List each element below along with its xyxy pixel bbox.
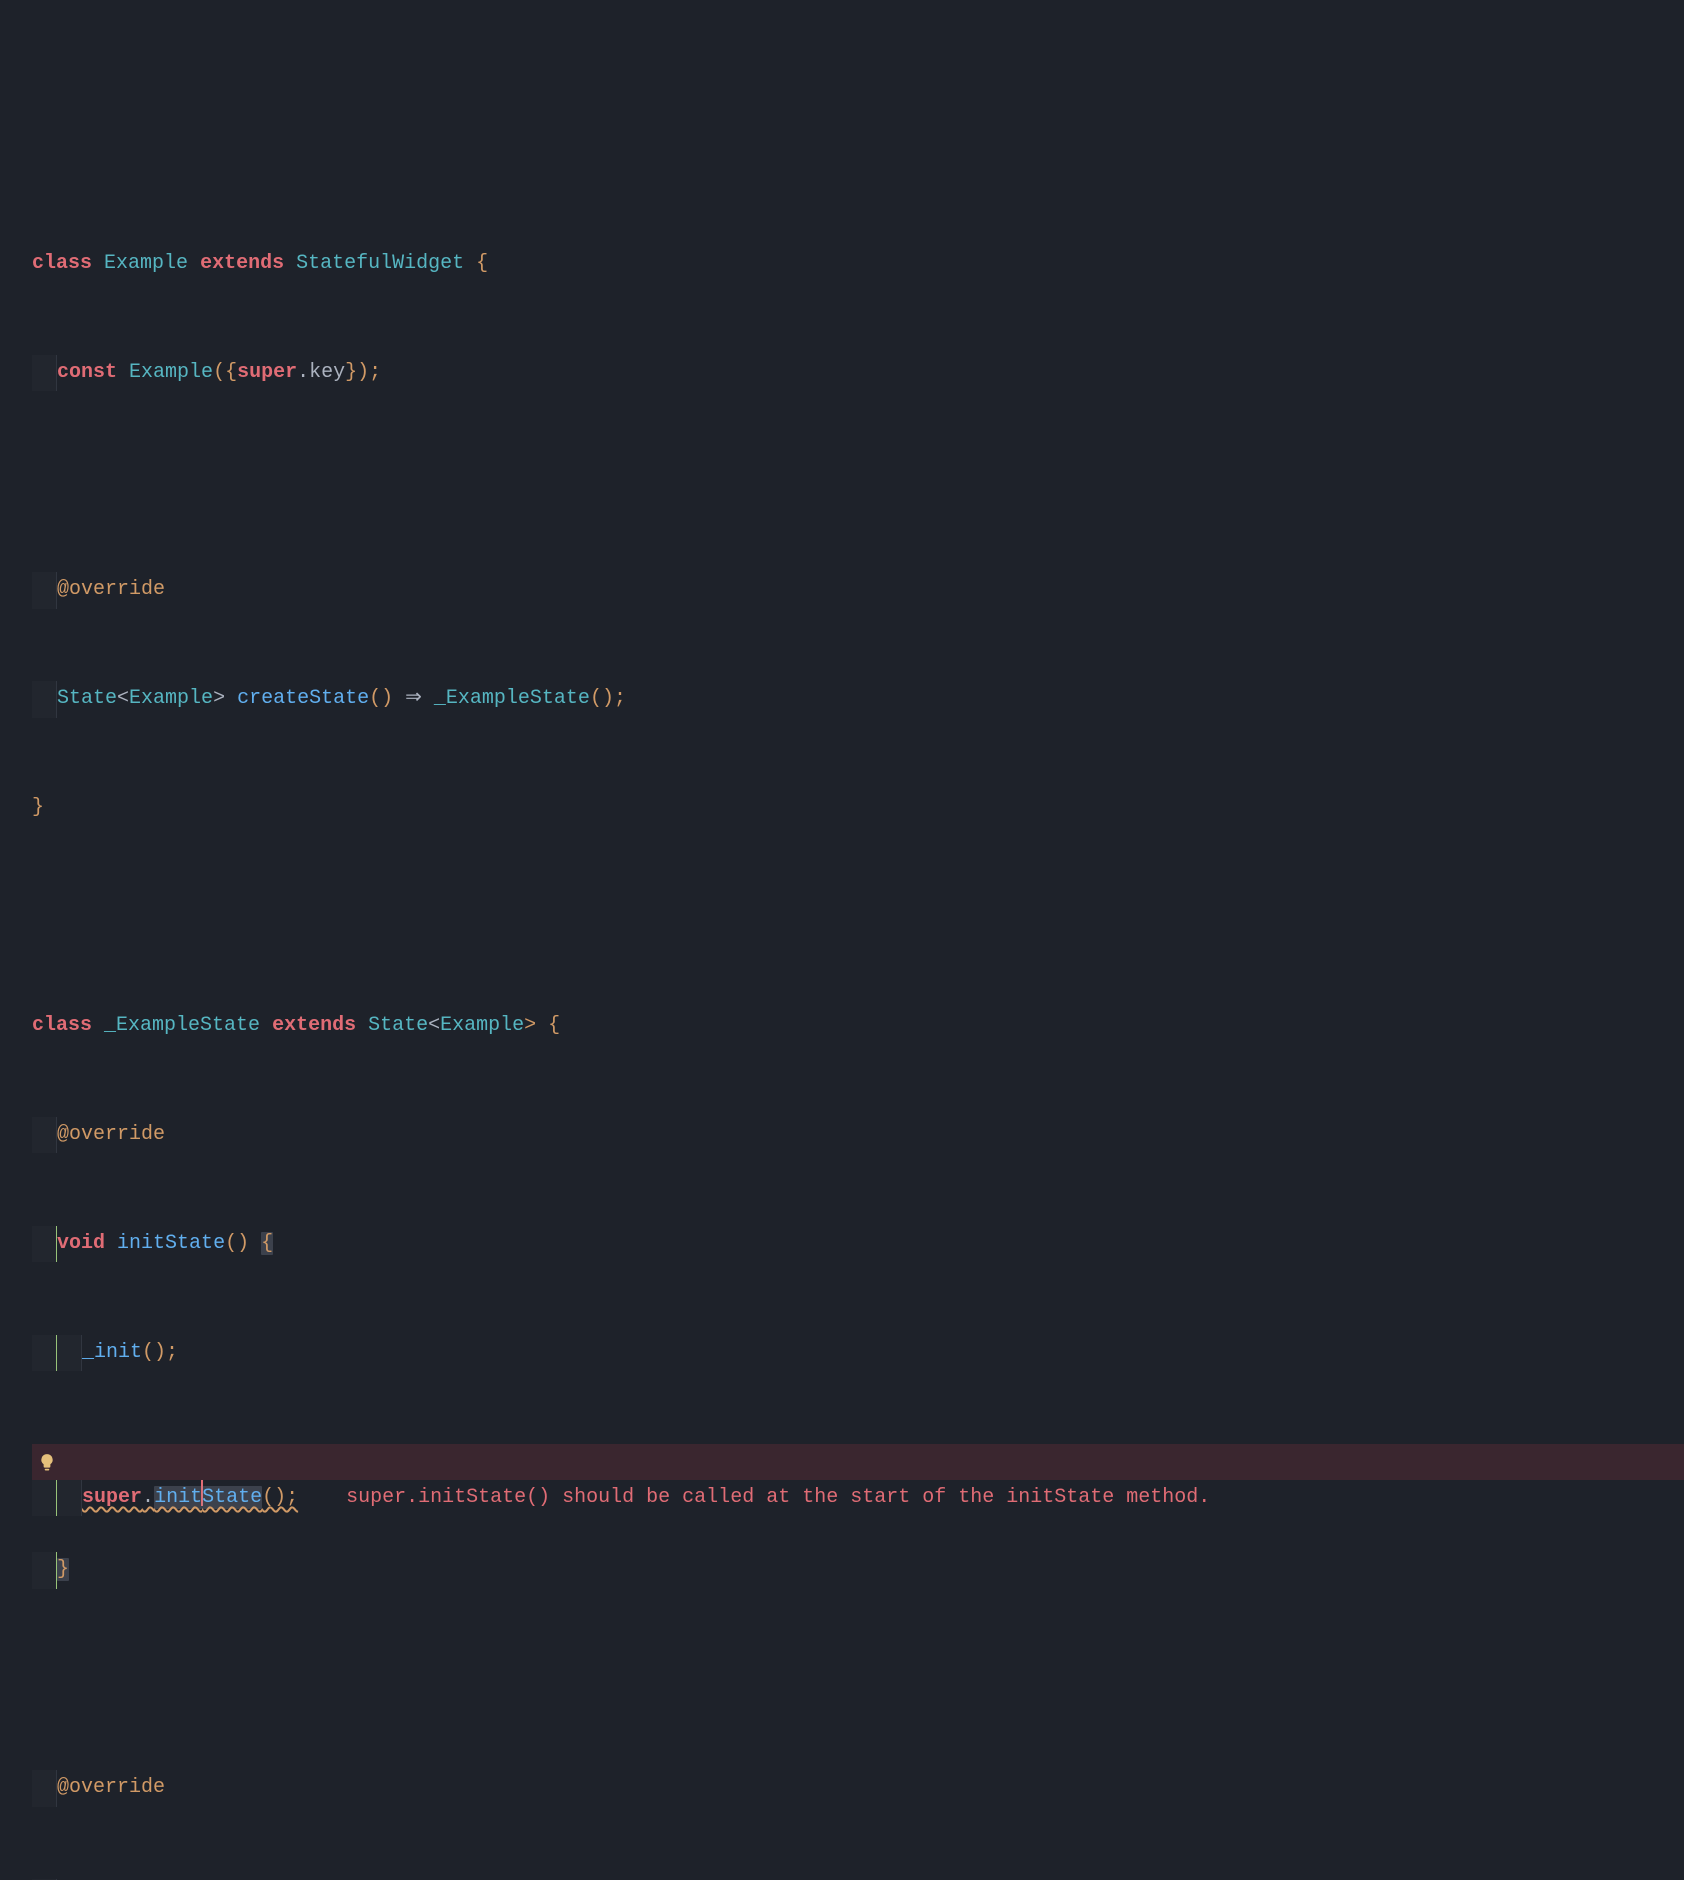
code-line[interactable]: class Example extends StatefulWidget { <box>0 246 1684 282</box>
type-name: StatefulWidget <box>296 252 464 275</box>
indent-guide <box>32 1117 57 1153</box>
arrow: ⇒ <box>405 687 422 710</box>
code-line[interactable]: State<Example> createState() ⇒ _ExampleS… <box>0 681 1684 717</box>
angle: < <box>117 687 129 710</box>
code-editor[interactable]: class Example extends StatefulWidget { c… <box>0 173 1684 1880</box>
code-line[interactable]: @override <box>0 1117 1684 1153</box>
identifier: key <box>309 361 345 384</box>
code-line[interactable]: void initState() { <box>0 1226 1684 1262</box>
method-call: State <box>202 1486 262 1509</box>
keyword-const: const <box>57 361 117 384</box>
indent-guide <box>32 1552 57 1588</box>
method-name: createState <box>237 687 369 710</box>
indent-guide <box>32 1226 57 1262</box>
paren: () <box>225 1232 261 1255</box>
indent-guide <box>32 572 57 608</box>
code-line[interactable]: _init(); <box>0 1335 1684 1371</box>
indent-guide <box>32 1480 57 1516</box>
keyword-class: class <box>32 252 92 275</box>
method-call: _init <box>82 1341 142 1364</box>
paren: ({ <box>213 361 237 384</box>
type-name: Example <box>440 1014 524 1037</box>
code-line[interactable]: } <box>0 790 1684 826</box>
indent-guide <box>57 1335 82 1371</box>
code-line[interactable]: class _ExampleState extends State<Exampl… <box>0 1008 1684 1044</box>
method-call: init <box>154 1486 202 1509</box>
code-line-error[interactable]: super.initState(); super.initState() sho… <box>0 1444 1684 1480</box>
type-name: _ExampleState <box>104 1014 260 1037</box>
type-name: State <box>368 1014 428 1037</box>
brace: } <box>57 1558 69 1581</box>
brace: > { <box>524 1014 560 1037</box>
indent-guide <box>32 1879 57 1880</box>
space <box>422 687 434 710</box>
dot: . <box>142 1486 154 1509</box>
dot: . <box>297 361 309 384</box>
paren: () <box>369 687 405 710</box>
paren: }); <box>345 361 381 384</box>
brace: { <box>261 1232 273 1255</box>
annotation: @override <box>57 1123 165 1146</box>
error-highlight <box>32 1444 1684 1480</box>
inline-diagnostic: super.initState() should be called at th… <box>346 1486 1210 1509</box>
code-line[interactable]: @override <box>0 1770 1684 1806</box>
angle: > <box>213 687 237 710</box>
code-line[interactable] <box>0 464 1684 500</box>
angle: < <box>428 1014 440 1037</box>
type-name: _ExampleState <box>434 687 590 710</box>
keyword-void: void <box>57 1232 105 1255</box>
type-name: Example <box>129 687 213 710</box>
keyword-super: super <box>237 361 297 384</box>
call: (); <box>590 687 626 710</box>
brace: } <box>32 796 44 819</box>
indent-guide <box>57 1480 82 1516</box>
keyword-super: super <box>82 1486 142 1509</box>
type-name: Example <box>129 361 213 384</box>
call: (); <box>262 1486 298 1509</box>
type-name: Example <box>104 252 188 275</box>
code-line[interactable]: @override <box>0 572 1684 608</box>
indent-guide <box>32 1770 57 1806</box>
type-name: State <box>57 687 117 710</box>
brace: { <box>464 252 488 275</box>
call: (); <box>142 1341 178 1364</box>
lightbulb-icon[interactable] <box>38 1453 56 1471</box>
indent-guide <box>32 681 57 717</box>
code-line[interactable]: const Example({super.key}); <box>0 355 1684 391</box>
keyword-extends: extends <box>272 1014 356 1037</box>
annotation: @override <box>57 578 165 601</box>
indent-guide <box>32 355 57 391</box>
code-line[interactable]: } <box>0 1552 1684 1588</box>
keyword-class: class <box>32 1014 92 1037</box>
indent-guide <box>32 1335 57 1371</box>
annotation: @override <box>57 1776 165 1799</box>
code-line[interactable] <box>0 1661 1684 1697</box>
keyword-extends: extends <box>200 252 284 275</box>
code-line[interactable]: Widget build(BuildContext context) { <box>0 1879 1684 1880</box>
code-line[interactable] <box>0 899 1684 935</box>
method-name: initState <box>117 1232 225 1255</box>
